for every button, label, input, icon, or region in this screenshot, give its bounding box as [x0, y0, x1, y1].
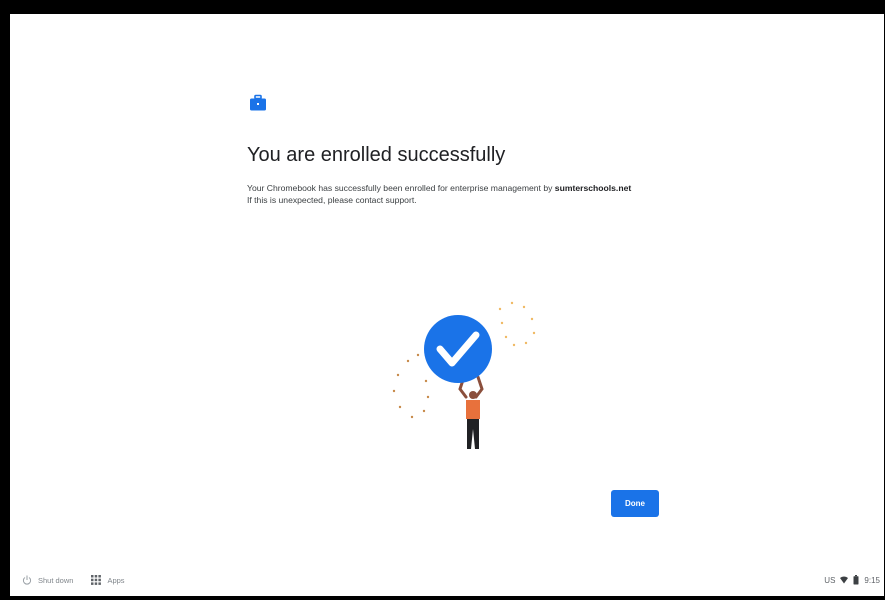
enrollment-description: Your Chromebook has successfully been en… — [247, 182, 631, 206]
shelf-buttons: Shut down Apps — [22, 575, 143, 585]
description-text: Your Chromebook has successfully been en… — [247, 183, 555, 193]
status-tray[interactable]: US 9:15 — [819, 575, 880, 585]
support-text: If this is unexpected, please contact su… — [247, 195, 417, 205]
clock: 9:15 — [864, 575, 880, 585]
page-title: You are enrolled successfully — [247, 144, 506, 166]
enrollment-domain: sumterschools.net — [554, 183, 632, 193]
confetti-right — [498, 301, 536, 347]
power-icon — [22, 575, 32, 585]
shutdown-label: Shut down — [38, 575, 74, 585]
wifi-icon — [840, 576, 849, 584]
shutdown-button[interactable]: Shut down — [22, 575, 73, 585]
apps-label: Apps — [107, 575, 125, 585]
briefcase-icon — [250, 94, 266, 111]
apps-button[interactable]: Apps — [91, 575, 125, 585]
oobe-screen: You are enrolled successfully Your Chrom… — [10, 14, 884, 596]
done-button[interactable]: Done — [611, 490, 659, 517]
confetti-left — [392, 353, 430, 419]
input-method-indicator: US — [824, 575, 836, 585]
grid-icon — [91, 575, 102, 585]
battery-icon — [853, 575, 859, 585]
success-illustration — [392, 301, 536, 449]
